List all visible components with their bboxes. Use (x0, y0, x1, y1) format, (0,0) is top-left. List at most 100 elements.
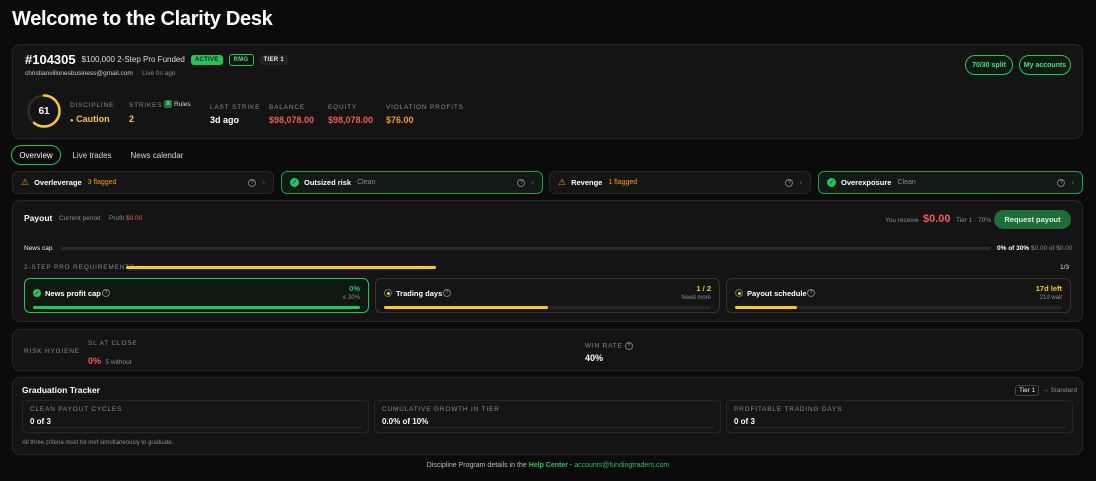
req-value: 0% (349, 284, 360, 293)
page-title: Welcome to the Clarity Desk (12, 8, 273, 30)
status-badge: ACTIVE (190, 54, 223, 65)
graduation-title: Graduation Tracker (22, 385, 100, 395)
rule-status: Clean (357, 179, 376, 186)
grad-cumulative-growth: CUMULATIVE GROWTH IN TIER 0.0% of 10% (374, 400, 721, 433)
payout-period: Current period (59, 215, 101, 222)
grad-label: CLEAN PAYOUT CYCLES (30, 406, 123, 413)
req-name: Payout schedule (747, 289, 807, 298)
rule-status: 3 flagged (87, 179, 117, 186)
grad-label: PROFITABLE TRADING DAYS (734, 406, 843, 413)
req-progress (33, 306, 360, 309)
req-payout-schedule[interactable]: Payout schedule ? 17d left 21d wait (726, 278, 1071, 313)
chevron-right-icon: › (799, 178, 802, 187)
help-icon[interactable]: ? (248, 178, 257, 187)
req-sub: Need more (681, 295, 711, 301)
grad-clean-payout-cycles: CLEAN PAYOUT CYCLES 0 of 3 (22, 400, 369, 433)
support-email-link[interactable]: accounts@fundingtraders.com (574, 462, 669, 469)
rule-status: Clean (897, 179, 916, 186)
req-sub: ≤ 30% (343, 295, 360, 301)
account-card: #104305 $100,000 2-Step Pro Funded ACTIV… (12, 44, 1083, 139)
help-icon[interactable]: ? (443, 289, 451, 297)
strikes-label: STRIKES (129, 102, 163, 109)
last-strike-label: LAST STRIKE (210, 104, 261, 111)
account-plan: $100,000 2-Step Pro Funded (81, 55, 185, 64)
receive-label: You receive (885, 217, 919, 224)
last-strike-value: 3d ago (210, 115, 240, 125)
help-icon[interactable]: ? (807, 289, 815, 297)
help-icon[interactable]: ? (785, 178, 794, 187)
discipline-score: 61 (38, 105, 50, 117)
news-cap-bar (61, 247, 991, 250)
grad-value: 0 of 3 (734, 417, 755, 426)
rule-status: 1 flagged (608, 179, 638, 186)
rule-name: Overexposure (841, 178, 892, 187)
chevron-right-icon: › (1071, 178, 1074, 187)
graduation-note: All three criteria must be met simultane… (22, 440, 174, 446)
account-id: #104305 (25, 52, 76, 67)
payout-tier: Tier 1 · 70% (956, 217, 992, 224)
check-circle-icon: ✓ (827, 178, 836, 187)
req-name: Trading days (396, 289, 443, 298)
chevron-right-icon: › (262, 178, 265, 187)
req-progress (735, 306, 1062, 309)
sl-label: SL AT CLOSE (88, 340, 138, 347)
win-rate-label: WIN RATE ? (585, 342, 634, 350)
grad-value: 0.0% of 10% (382, 417, 429, 426)
req-value: 1 / 2 (696, 284, 711, 293)
discipline-gauge: 61 (26, 93, 62, 129)
news-cap-label: News cap (24, 245, 53, 252)
req-value: 17d left (1035, 284, 1062, 293)
win-rate-value: 40% (585, 353, 604, 363)
req-trading-days[interactable]: Trading days ? 1 / 2 Need more (375, 278, 720, 313)
grad-value: 0 of 3 (30, 417, 51, 426)
grad-label: CUMULATIVE GROWTH IN TIER (382, 406, 500, 413)
tab-news-calendar[interactable]: News calendar (126, 145, 188, 165)
balance-label: BALANCE (269, 104, 305, 111)
req-name: News profit cap (45, 289, 101, 298)
rule-overexposure[interactable]: ✓ Overexposure Clean ? › (818, 171, 1083, 194)
check-circle-icon: ✓ (33, 289, 41, 297)
tier-badge: TIER 1 (259, 54, 289, 65)
payout-title: Payout (24, 213, 53, 223)
rules-link[interactable]: ≡ Rules (164, 100, 191, 108)
requirements-count: 1/3 (1060, 264, 1070, 271)
pending-dot-icon (384, 289, 392, 297)
pending-dot-icon (735, 289, 743, 297)
help-icon[interactable]: ? (1057, 178, 1066, 187)
warning-icon: ⚠ (558, 177, 567, 187)
sl-value: 0% 5 without (88, 356, 132, 366)
split-button[interactable]: 70/30 split (965, 55, 1013, 75)
strikes-value: 2 (129, 114, 135, 124)
violation-value: $76.00 (386, 115, 414, 125)
rule-name: Outsized risk (304, 178, 352, 187)
live-status: Live 0s ago (142, 70, 176, 77)
help-center-link[interactable]: Help Center (529, 462, 568, 469)
tab-live-trades[interactable]: Live trades (68, 145, 116, 165)
rule-name: Revenge (571, 178, 603, 187)
receive-value: $0.00 (923, 213, 951, 225)
footer: Discipline Program details in the Help C… (426, 462, 670, 469)
violation-label: VIOLATION PROFITS (386, 104, 464, 111)
grad-profitable-days: PROFITABLE TRADING DAYS 0 of 3 (726, 400, 1073, 433)
check-circle-icon: ✓ (290, 178, 299, 187)
help-icon[interactable]: ? (517, 178, 526, 187)
rule-revenge[interactable]: ⚠ Revenge 1 flagged ? › (549, 171, 811, 194)
requirements-bar (126, 266, 1056, 269)
my-accounts-button[interactable]: My accounts (1019, 55, 1071, 75)
payout-profit: Profit $0.00 (109, 215, 143, 222)
requirements-label: 2-STEP PRO REQUIREMENTS (24, 264, 136, 271)
discipline-value: ● Caution (70, 114, 110, 124)
rules-icon: ≡ (164, 100, 172, 108)
rule-overleverage[interactable]: ⚠ Overleverage 3 flagged ? › (12, 171, 274, 194)
rmg-badge: RMG (228, 53, 254, 66)
help-icon[interactable]: ? (102, 289, 110, 297)
req-news-profit-cap[interactable]: ✓ News profit cap ? 0% ≤ 30% (24, 278, 369, 313)
news-cap-readout: 0% of 30% $0.00 of $0.00 (997, 245, 1073, 252)
request-payout-button[interactable]: Request payout (994, 210, 1071, 229)
help-icon[interactable]: ? (625, 342, 634, 350)
tier-progression: Tier 1 → Standard (1015, 385, 1077, 396)
tab-overview[interactable]: Overview (11, 145, 61, 165)
rule-outsized-risk[interactable]: ✓ Outsized risk Clean ? › (281, 171, 543, 194)
risk-hygiene-card: RISK HYGIENE SL AT CLOSE 0% 5 without WI… (12, 329, 1083, 371)
account-email: christianvillonesbusiness@gmail.com (25, 70, 133, 77)
